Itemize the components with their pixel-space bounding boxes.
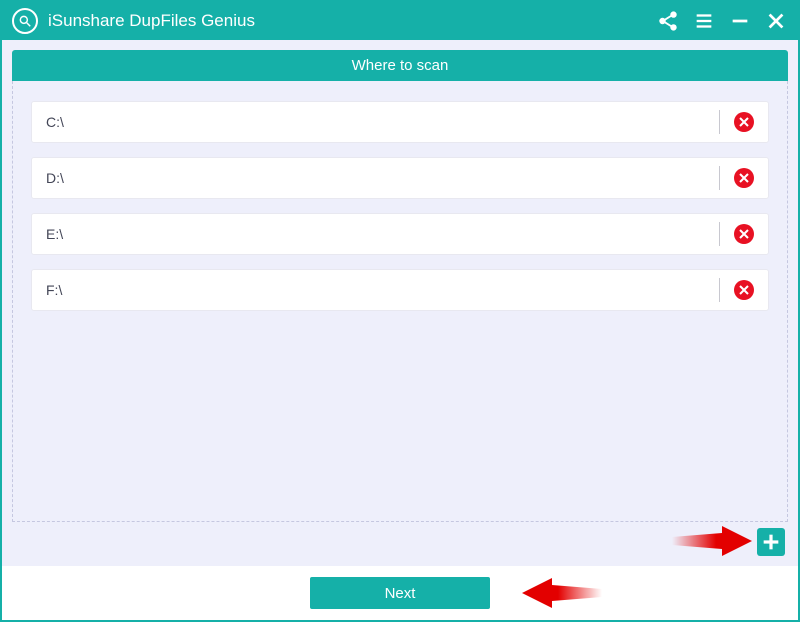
divider	[719, 166, 720, 190]
titlebar-actions	[650, 3, 794, 39]
annotation-arrow	[522, 578, 602, 608]
menu-icon[interactable]	[686, 3, 722, 39]
path-label: F:\	[46, 282, 705, 298]
divider	[719, 278, 720, 302]
list-item: E:\	[31, 213, 769, 255]
remove-path-button[interactable]	[734, 168, 754, 188]
divider	[719, 222, 720, 246]
list-item: D:\	[31, 157, 769, 199]
list-item: F:\	[31, 269, 769, 311]
scan-locations-panel: C:\ D:\ E:\	[12, 81, 788, 522]
app-logo	[12, 8, 38, 34]
remove-path-button[interactable]	[734, 112, 754, 132]
minimize-icon[interactable]	[722, 3, 758, 39]
footer: Next	[2, 566, 798, 620]
path-label: D:\	[46, 170, 705, 186]
next-button[interactable]: Next	[310, 577, 490, 609]
add-path-button[interactable]	[757, 528, 785, 556]
titlebar: iSunshare DupFiles Genius	[2, 2, 798, 40]
list-item: C:\	[31, 101, 769, 143]
remove-path-button[interactable]	[734, 280, 754, 300]
path-label: C:\	[46, 114, 705, 130]
divider	[719, 110, 720, 134]
section-header: Where to scan	[12, 50, 788, 81]
body-area: Where to scan C:\ D:\	[2, 40, 798, 566]
path-label: E:\	[46, 226, 705, 242]
app-title: iSunshare DupFiles Genius	[48, 11, 650, 31]
app-window: iSunshare DupFiles Genius	[0, 0, 800, 622]
remove-path-button[interactable]	[734, 224, 754, 244]
close-icon[interactable]	[758, 3, 794, 39]
share-icon[interactable]	[650, 3, 686, 39]
